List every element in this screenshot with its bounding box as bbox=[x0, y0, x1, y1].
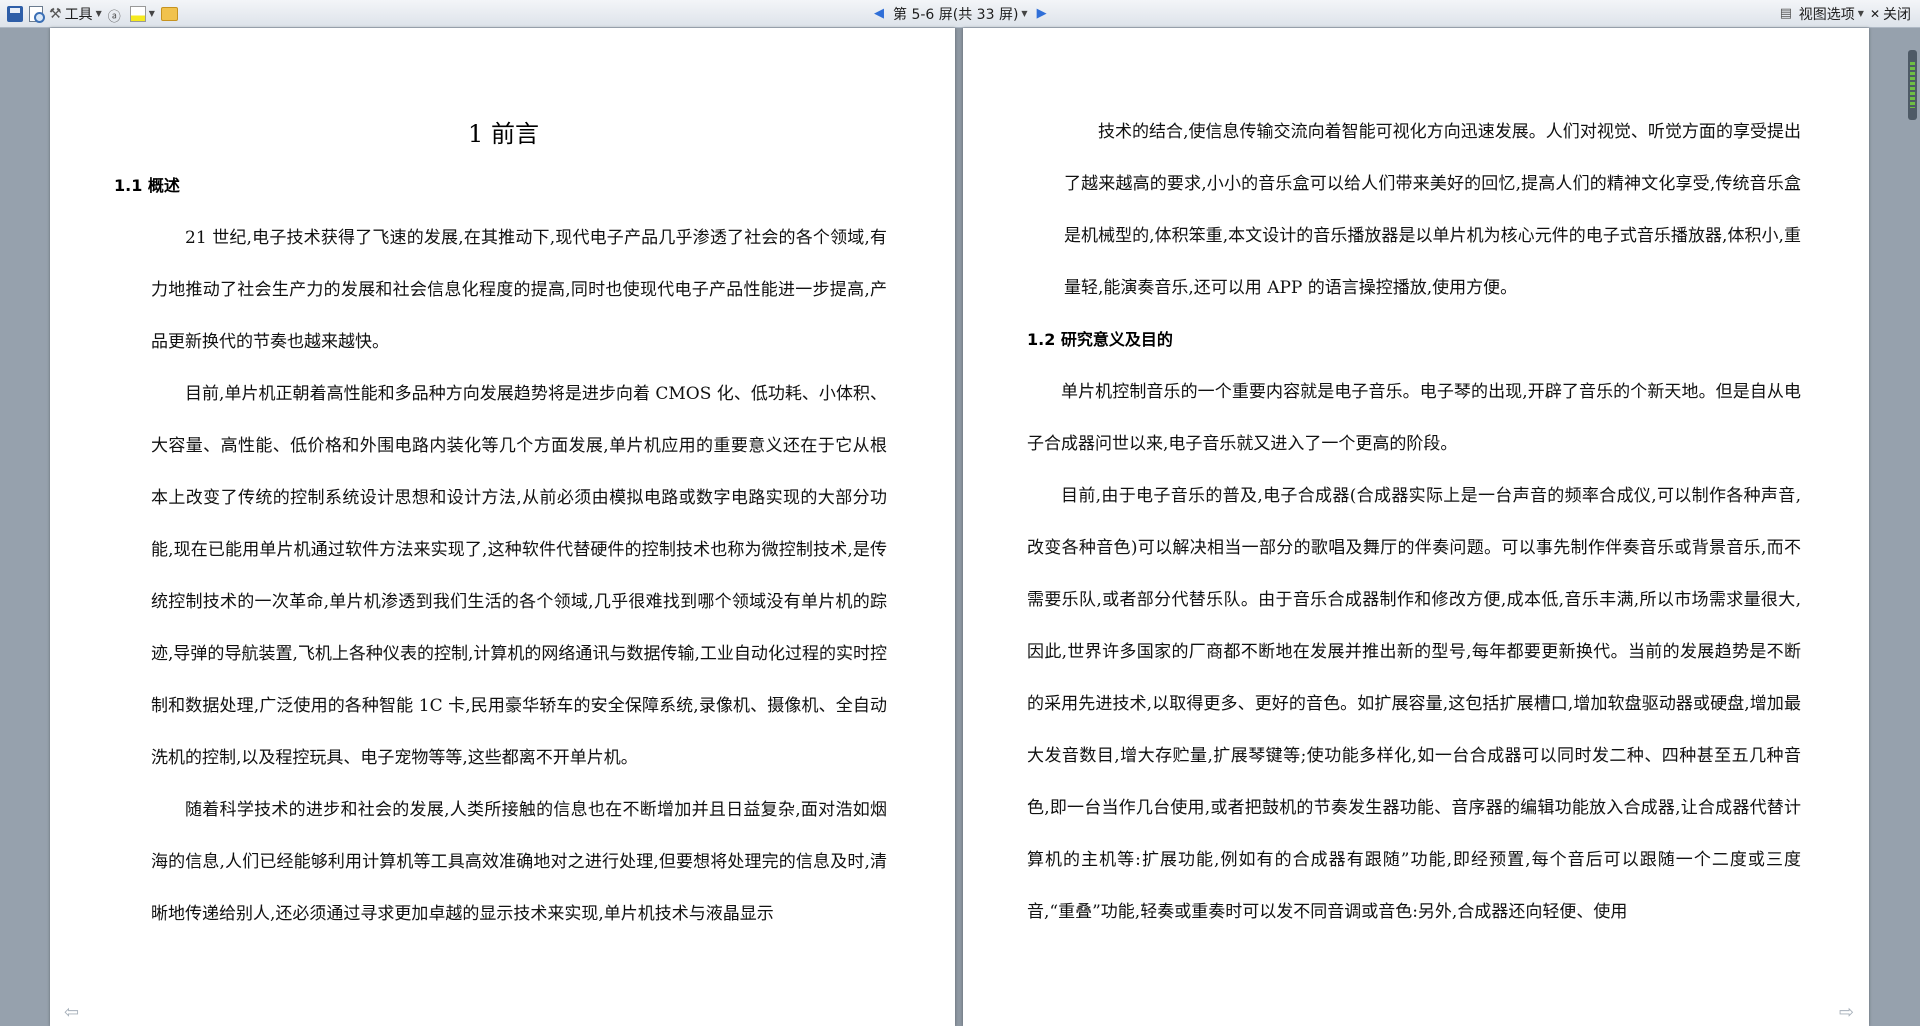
close-button[interactable]: ✕ 关闭 bbox=[1867, 3, 1914, 25]
page-forward-arrow-icon[interactable]: ⇨ bbox=[1839, 1002, 1859, 1023]
tools-icon: ⚒ bbox=[49, 5, 62, 22]
close-label: 关闭 bbox=[1883, 6, 1911, 23]
folder-icon bbox=[160, 6, 178, 21]
translate-button[interactable]: ⓐ bbox=[105, 3, 127, 25]
print-preview-button[interactable] bbox=[26, 3, 46, 25]
translate-icon: ⓐ bbox=[107, 9, 121, 25]
page-navigation: ◀ 第 5-6 屏(共 33 屏) ▼ ▶ bbox=[868, 0, 1053, 27]
close-icon: ✕ bbox=[1869, 6, 1880, 21]
toolbar-right-group: ▤ 视图选项 ▼ ✕ 关闭 bbox=[1777, 0, 1914, 27]
open-folder-button[interactable] bbox=[158, 3, 181, 25]
highlight-button[interactable]: ▼ bbox=[127, 3, 158, 25]
page-gutter bbox=[955, 28, 963, 1026]
tools-label: 工具 bbox=[64, 6, 93, 23]
chapter-title: 1 前言 bbox=[468, 120, 539, 148]
page-indicator: 第 5-6 屏(共 33 屏) bbox=[893, 6, 1019, 23]
paragraph: 目前,单片机正朝着高性能和多品种方向发展趋势将是进步向着 CMOS 化、低功耗、… bbox=[151, 384, 887, 768]
paragraph: 随着科学技术的进步和社会的发展,人类所接触的信息也在不断增加并且日益复杂,面对浩… bbox=[151, 800, 887, 924]
save-button[interactable] bbox=[4, 3, 26, 25]
view-options-icon: ▤ bbox=[1779, 5, 1793, 21]
document-page-left: 1 前言 1.1 概述 21 世纪,电子技术获得了飞速的发展,在其推动下,现代电… bbox=[50, 28, 955, 1026]
section-heading: 1.2 研究意义及目的 bbox=[1027, 330, 1173, 349]
print-preview-icon bbox=[29, 5, 45, 23]
page-back-arrow-icon[interactable]: ⇦ bbox=[64, 1002, 84, 1023]
section-heading: 1.1 概述 bbox=[114, 176, 180, 195]
view-options-button[interactable]: ▤ 视图选项 ▼ bbox=[1777, 3, 1867, 25]
tools-menu-button[interactable]: ⚒ 工具 ▼ bbox=[46, 3, 105, 25]
page-right-content: 技术的结合,使信息传输交流向着智能可视化方向迅速发展。人们对视觉、听觉方面的享受… bbox=[1027, 106, 1807, 938]
view-options-label: 视图选项 bbox=[1798, 6, 1855, 23]
page-indicator-dropdown[interactable]: 第 5-6 屏(共 33 屏) ▼ bbox=[890, 3, 1031, 25]
reading-toolbar: ⚒ 工具 ▼ ⓐ ▼ ◀ 第 5-6 屏(共 33 屏) ▼ ▶ ▤ 视图选项 … bbox=[0, 0, 1920, 28]
next-screen-icon[interactable]: ▶ bbox=[1031, 6, 1053, 21]
highlight-icon bbox=[129, 5, 146, 22]
vertical-scrollbar[interactable] bbox=[1905, 28, 1920, 1026]
paragraph: 单片机控制音乐的一个重要内容就是电子音乐。电子琴的出现,开辟了音乐的个新天地。但… bbox=[1027, 382, 1801, 454]
document-page-right: 技术的结合,使信息传输交流向着智能可视化方向迅速发展。人们对视觉、听觉方面的享受… bbox=[963, 28, 1869, 1026]
previous-screen-icon[interactable]: ◀ bbox=[868, 6, 890, 21]
page-left-content: 1 前言 1.1 概述 21 世纪,电子技术获得了飞速的发展,在其推动下,现代电… bbox=[114, 106, 893, 940]
toolbar-left-group: ⚒ 工具 ▼ ⓐ ▼ bbox=[4, 0, 181, 27]
paragraph: 技术的结合,使信息传输交流向着智能可视化方向迅速发展。人们对视觉、听觉方面的享受… bbox=[1064, 122, 1801, 298]
chevron-down-icon: ▼ bbox=[148, 9, 155, 18]
save-icon bbox=[7, 5, 23, 22]
scrollbar-thumb[interactable] bbox=[1908, 50, 1917, 120]
chevron-down-icon: ▼ bbox=[95, 9, 102, 18]
paragraph: 目前,由于电子音乐的普及,电子合成器(合成器实际上是一台声音的频率合成仪,可以制… bbox=[1027, 486, 1801, 922]
paragraph: 21 世纪,电子技术获得了飞速的发展,在其推动下,现代电子产品几乎渗透了社会的各… bbox=[151, 228, 887, 352]
chevron-down-icon: ▼ bbox=[1857, 9, 1864, 18]
chevron-down-icon: ▼ bbox=[1021, 9, 1028, 18]
